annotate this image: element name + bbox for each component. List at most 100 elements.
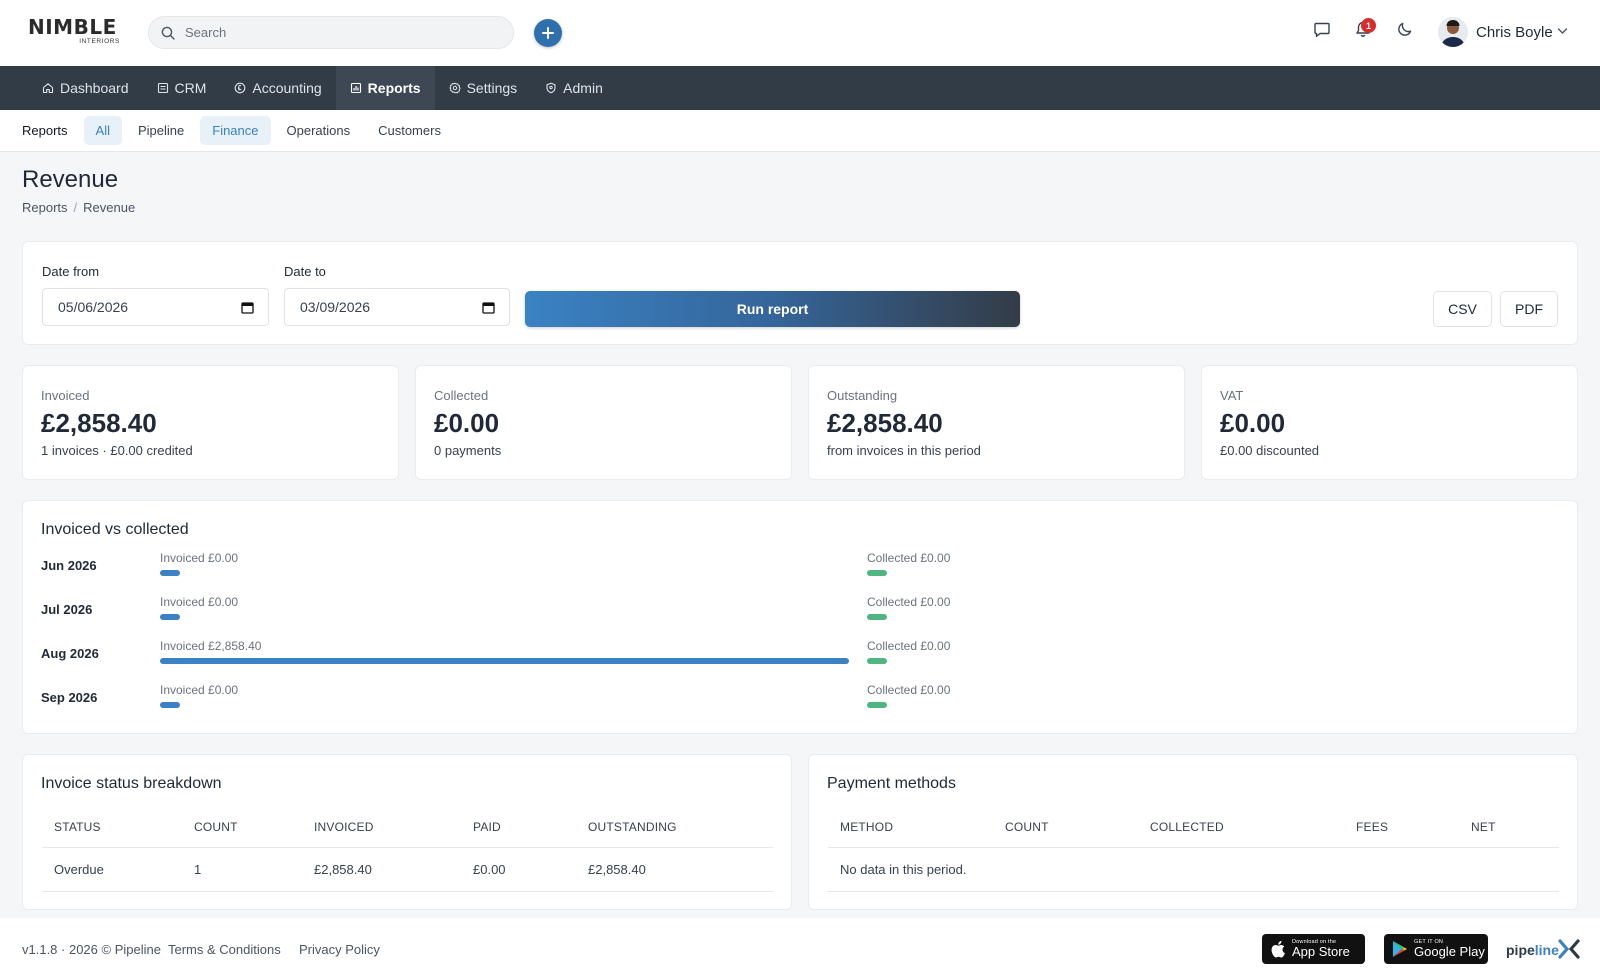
logo-wordmark: NIMBLE: [28, 15, 117, 39]
chart-row: Jul 2026 Invoiced £0.00 Collected £0.00: [23, 593, 1599, 637]
user-name[interactable]: Chris Boyle: [1476, 24, 1553, 41]
stat-label: Outstanding: [827, 388, 898, 403]
stat-value: £2,858.40: [41, 408, 157, 438]
breadcrumb-current: Revenue: [83, 200, 136, 215]
search-icon: [161, 26, 175, 40]
chart-category-label: Aug 2026: [41, 646, 99, 661]
table-header-row: STATUS COUNT INVOICED PAID OUTSTANDING: [42, 807, 773, 848]
google-play-badge[interactable]: GET IT ON Google Play: [1384, 934, 1488, 964]
nav-admin[interactable]: Admin: [531, 66, 617, 110]
subnav-tab-all[interactable]: All: [83, 116, 122, 145]
invoiced-value-label: Invoiced £0.00: [160, 595, 239, 609]
version-text: v1.1.8 · 2026 © Pipeline: [22, 942, 161, 957]
nav-label: Accounting: [252, 80, 322, 96]
pipeline-logo-text-accent: line: [1534, 942, 1559, 958]
chart-row: Jun 2026 Invoiced £0.00 Collected £0.00: [23, 549, 1599, 593]
payment-methods-table: METHOD COUNT COLLECTED FEES NET No data …: [828, 807, 1559, 892]
privacy-link[interactable]: Privacy Policy: [299, 942, 380, 957]
invoiced-bar: [160, 570, 180, 576]
date-from-label: Date from: [42, 264, 100, 279]
invoiced-bar: [160, 658, 849, 664]
invoiced-value-label: Invoiced £0.00: [160, 551, 239, 565]
moon-icon[interactable]: [1396, 20, 1414, 38]
chart-category-label: Jul 2026: [41, 602, 93, 617]
column-header: INVOICED: [302, 807, 461, 848]
notification-badge: 1: [1361, 18, 1376, 33]
avatar[interactable]: [1438, 17, 1468, 47]
stat-label: Collected: [434, 388, 489, 403]
subnav-tab-customers[interactable]: Customers: [366, 116, 453, 145]
apple-icon: [1271, 940, 1285, 958]
nav-label: Settings: [466, 80, 518, 96]
nav-settings[interactable]: Settings: [435, 66, 532, 110]
google-play-big-text: Google Play: [1414, 944, 1485, 959]
column-header: COUNT: [182, 807, 302, 848]
app-store-badge[interactable]: Download on the App Store: [1262, 934, 1365, 964]
run-report-button[interactable]: Run report: [525, 291, 1020, 327]
column-header: COLLECTED: [1138, 807, 1344, 848]
export-csv-button[interactable]: CSV: [1433, 291, 1492, 327]
collected-value-label: Collected £0.00: [867, 639, 951, 653]
chevron-down-icon[interactable]: [1557, 27, 1568, 35]
collected-value-label: Collected £0.00: [867, 551, 951, 565]
terms-link[interactable]: Terms & Conditions: [168, 942, 281, 957]
chart-title: Invoiced vs collected: [41, 521, 189, 538]
table-cell: 1: [182, 847, 302, 892]
search-input[interactable]: [185, 25, 485, 40]
stat-subtext: 1 invoices · £0.00 credited: [41, 443, 193, 458]
nav-accounting[interactable]: Accounting: [220, 66, 335, 110]
export-pdf-button[interactable]: PDF: [1500, 291, 1558, 327]
reports-icon: [350, 82, 361, 94]
invoiced-bar: [160, 702, 180, 708]
column-header: COUNT: [993, 807, 1138, 848]
date-from-value: 05/06/2026: [58, 299, 129, 315]
stat-card-outstanding: Outstanding £2,858.40 from invoices in t…: [808, 365, 1185, 480]
breadcrumb-link-reports[interactable]: Reports: [22, 200, 68, 215]
chat-icon[interactable]: [1313, 20, 1331, 38]
date-to-value: 03/09/2026: [300, 299, 371, 315]
collected-bar: [867, 570, 887, 576]
quick-add-button[interactable]: [534, 19, 562, 47]
invoiced-value-label: Invoiced £2,858.40: [160, 639, 262, 653]
nav-label: Admin: [563, 80, 603, 96]
plus-icon: [542, 27, 554, 39]
calendar-icon[interactable]: [241, 301, 254, 314]
collected-bar: [867, 702, 887, 708]
subnav-tab-finance[interactable]: Finance: [200, 116, 271, 145]
stat-card-invoiced: Invoiced £2,858.40 1 invoices · £0.00 cr…: [22, 365, 399, 480]
top-bar: NIMBLE INTERIORS 1 Chris Boyle: [0, 0, 1600, 66]
stat-card-vat: VAT £0.00 £0.00 discounted: [1201, 365, 1578, 480]
subnav-tab-operations[interactable]: Operations: [275, 116, 363, 145]
empty-state-text: No data in this period.: [828, 847, 1559, 892]
breadcrumb-separator: /: [73, 200, 78, 215]
chart-category-label: Sep 2026: [41, 690, 98, 705]
pipeline-logo[interactable]: pipeline: [1506, 942, 1559, 958]
stat-value: £0.00: [434, 408, 500, 438]
accounting-icon: [235, 82, 246, 94]
date-from-input[interactable]: 05/06/2026: [42, 288, 269, 326]
nav-crm[interactable]: CRM: [143, 66, 221, 110]
invoiced-vs-collected-card: Invoiced vs collected Jun 2026 Invoiced £…: [22, 500, 1578, 734]
stat-subtext: £0.00 discounted: [1220, 443, 1320, 458]
date-to-input[interactable]: 03/09/2026: [284, 288, 510, 326]
card-title: Invoice status breakdown: [41, 775, 222, 792]
table-cell: £0.00: [461, 847, 576, 892]
calendar-icon[interactable]: [482, 301, 495, 314]
table-row: No data in this period.: [828, 847, 1559, 892]
collected-value-label: Collected £0.00: [867, 595, 951, 609]
collected-value-label: Collected £0.00: [867, 683, 951, 697]
nav-dashboard[interactable]: Dashboard: [28, 66, 143, 110]
main-nav: Dashboard CRM Accounting Reports Setting…: [0, 66, 1600, 110]
sub-nav: Reports All Pipeline Finance Operations …: [0, 110, 1600, 152]
company-logo[interactable]: NIMBLE INTERIORS: [28, 17, 122, 47]
nav-reports[interactable]: Reports: [335, 66, 435, 110]
date-to-label: Date to: [284, 264, 326, 279]
table-row[interactable]: Overdue 1 £2,858.40 £0.00 £2,858.40: [42, 847, 773, 892]
card-title: Payment methods: [827, 775, 956, 792]
invoice-status-table: STATUS COUNT INVOICED PAID OUTSTANDING O…: [42, 807, 773, 892]
pipeline-x-mark-icon: [1558, 939, 1580, 959]
subnav-tab-pipeline[interactable]: Pipeline: [126, 116, 196, 145]
stat-subtext: from invoices in this period: [827, 443, 981, 458]
search-box[interactable]: [148, 16, 514, 49]
column-header: FEES: [1344, 807, 1459, 848]
